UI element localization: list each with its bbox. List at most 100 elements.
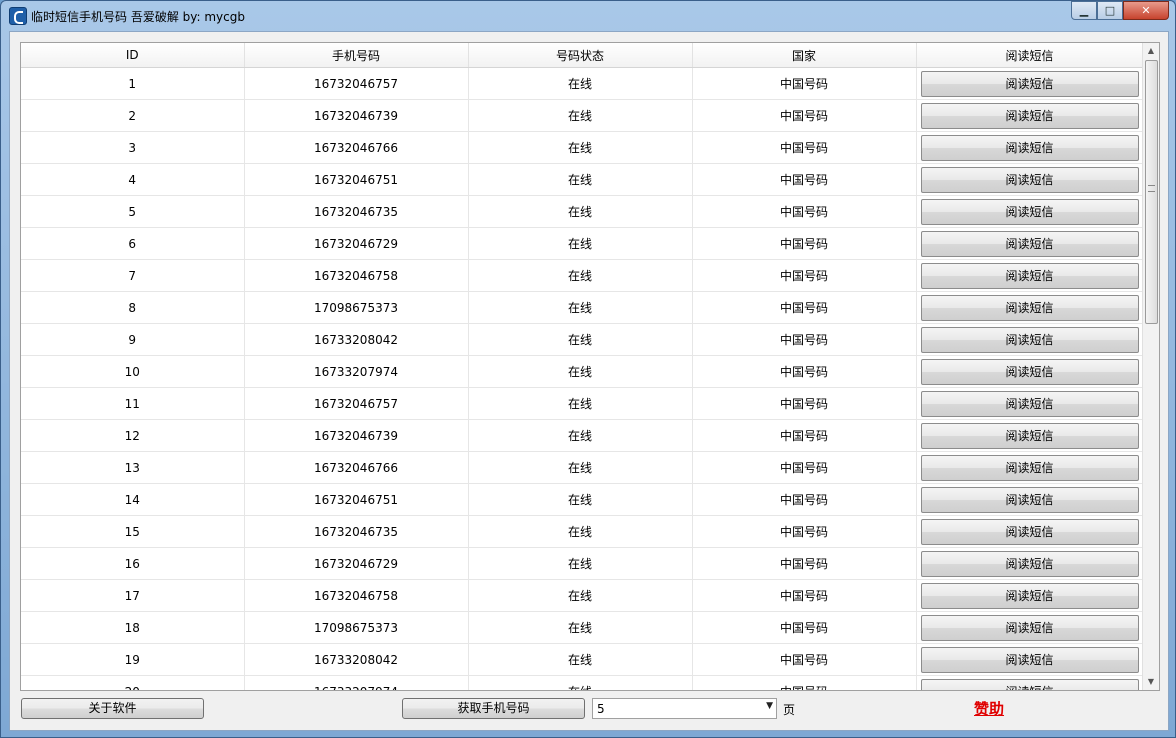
table-row[interactable]: 5 16732046735 在线 中国号码 阅读短信	[21, 195, 1144, 228]
action-cell: 阅读短信	[916, 163, 1144, 196]
status-cell: 在线	[468, 355, 693, 388]
donate-link[interactable]: 赞助	[974, 698, 1004, 719]
id-cell: 1	[21, 67, 245, 100]
table-row[interactable]: 4 16732046751 在线 中国号码 阅读短信	[21, 163, 1144, 196]
read-sms-button[interactable]: 阅读短信	[920, 134, 1139, 161]
action-cell: 阅读短信	[916, 515, 1144, 548]
title-bar[interactable]: 临时短信手机号码 吾爱破解 by: mycgb ▁ □ ✕	[1, 1, 1175, 31]
phone-cell: 16732046735	[244, 515, 469, 548]
table-row[interactable]: 18 17098675373 在线 中国号码 阅读短信	[21, 611, 1144, 644]
read-sms-button[interactable]: 阅读短信	[920, 422, 1139, 449]
action-cell: 阅读短信	[916, 451, 1144, 484]
country-cell: 中国号码	[692, 547, 917, 580]
status-cell: 在线	[468, 131, 693, 164]
read-sms-button[interactable]: 阅读短信	[920, 326, 1139, 353]
action-cell: 阅读短信	[916, 323, 1144, 356]
chevron-down-icon[interactable]: ▼	[766, 701, 773, 711]
country-cell: 中国号码	[692, 131, 917, 164]
action-cell: 阅读短信	[916, 195, 1144, 228]
table-header: ID 手机号码 号码状态 国家 阅读短信	[21, 43, 1144, 68]
id-cell: 16	[21, 547, 245, 580]
table-row[interactable]: 2016733207974在线中国号码阅读短信	[21, 675, 1144, 690]
minimize-button[interactable]: ▁	[1071, 1, 1097, 20]
action-cell: 阅读短信	[916, 227, 1144, 260]
action-cell: 阅读短信	[916, 579, 1144, 612]
status-cell: 在线	[468, 675, 693, 690]
table-row[interactable]: 15 16732046735 在线 中国号码 阅读短信	[21, 515, 1144, 548]
read-sms-button[interactable]: 阅读短信	[920, 486, 1139, 513]
column-header[interactable]: ID	[21, 43, 245, 68]
id-cell: 10	[21, 355, 245, 388]
page-count-select[interactable]: 5 ▼	[592, 698, 777, 719]
scroll-thumb[interactable]	[1145, 60, 1158, 324]
read-sms-button[interactable]: 阅读短信	[920, 582, 1139, 609]
scroll-up-icon[interactable]: ▲	[1143, 43, 1159, 59]
column-header[interactable]: 手机号码	[244, 43, 469, 68]
table-row[interactable]: 17 16732046758 在线 中国号码 阅读短信	[21, 579, 1144, 612]
scroll-down-icon[interactable]: ▼	[1143, 674, 1159, 690]
close-button[interactable]: ✕	[1123, 1, 1169, 20]
action-cell: 阅读短信	[916, 483, 1144, 516]
phone-cell: 16732046758	[244, 259, 469, 292]
page-unit-label: 页	[783, 703, 796, 717]
column-header[interactable]: 阅读短信	[916, 43, 1144, 68]
table-row[interactable]: 11 16732046757 在线 中国号码 阅读短信	[21, 387, 1144, 420]
table-row[interactable]: 16 16732046729 在线 中国号码 阅读短信	[21, 547, 1144, 580]
column-header[interactable]: 国家	[692, 43, 917, 68]
table-row[interactable]: 19 16733208042 在线 中国号码 阅读短信	[21, 643, 1144, 676]
country-cell: 中国号码	[692, 291, 917, 324]
read-sms-button[interactable]: 阅读短信	[920, 102, 1139, 129]
read-sms-button[interactable]: 阅读短信	[920, 230, 1139, 257]
table-row[interactable]: 13 16732046766 在线 中国号码 阅读短信	[21, 451, 1144, 484]
status-cell: 在线	[468, 227, 693, 260]
country-cell: 中国号码	[692, 195, 917, 228]
status-cell: 在线	[468, 419, 693, 452]
id-cell: 5	[21, 195, 245, 228]
table-row[interactable]: 6 16732046729 在线 中国号码 阅读短信	[21, 227, 1144, 260]
table-row[interactable]: 9 16733208042 在线 中国号码 阅读短信	[21, 323, 1144, 356]
read-sms-button[interactable]: 阅读短信	[920, 518, 1139, 545]
read-sms-button[interactable]: 阅读短信	[920, 614, 1139, 641]
read-sms-button[interactable]: 阅读短信	[920, 678, 1139, 690]
table-row[interactable]: 12 16732046739 在线 中国号码 阅读短信	[21, 419, 1144, 452]
vertical-scrollbar[interactable]: ▲ ▼	[1142, 43, 1159, 690]
phone-cell: 16732046751	[244, 163, 469, 196]
table-row[interactable]: 10 16733207974 在线 中国号码 阅读短信	[21, 355, 1144, 388]
country-cell: 中国号码	[692, 643, 917, 676]
app-icon	[9, 7, 27, 25]
read-sms-button[interactable]: 阅读短信	[920, 454, 1139, 481]
table-row[interactable]: 8 17098675373 在线 中国号码 阅读短信	[21, 291, 1144, 324]
country-cell: 中国号码	[692, 355, 917, 388]
id-cell: 8	[21, 291, 245, 324]
about-software-button[interactable]: 关于软件	[21, 698, 204, 719]
action-cell: 阅读短信	[916, 99, 1144, 132]
maximize-button[interactable]: □	[1097, 1, 1123, 20]
table-row[interactable]: 7 16732046758 在线 中国号码 阅读短信	[21, 259, 1144, 292]
read-sms-button[interactable]: 阅读短信	[920, 358, 1139, 385]
read-sms-button[interactable]: 阅读短信	[920, 550, 1139, 577]
read-sms-button[interactable]: 阅读短信	[920, 262, 1139, 289]
table-row[interactable]: 2 16732046739 在线 中国号码 阅读短信	[21, 99, 1144, 132]
id-cell: 9	[21, 323, 245, 356]
action-cell: 阅读短信	[916, 547, 1144, 580]
phone-cell: 16732046766	[244, 131, 469, 164]
read-sms-button[interactable]: 阅读短信	[920, 70, 1139, 97]
phone-cell: 16732046735	[244, 195, 469, 228]
action-cell: 阅读短信	[916, 131, 1144, 164]
read-sms-button[interactable]: 阅读短信	[920, 294, 1139, 321]
country-cell: 中国号码	[692, 99, 917, 132]
phone-cell: 16732046758	[244, 579, 469, 612]
table-row[interactable]: 3 16732046766 在线 中国号码 阅读短信	[21, 131, 1144, 164]
read-sms-button[interactable]: 阅读短信	[920, 198, 1139, 225]
phone-cell: 16733208042	[244, 323, 469, 356]
table-row[interactable]: 1 16732046757 在线 中国号码 阅读短信	[21, 67, 1144, 100]
read-sms-button[interactable]: 阅读短信	[920, 166, 1139, 193]
id-cell: 7	[21, 259, 245, 292]
column-header[interactable]: 号码状态	[468, 43, 693, 68]
id-cell: 18	[21, 611, 245, 644]
country-cell: 中国号码	[692, 419, 917, 452]
table-row[interactable]: 14 16732046751 在线 中国号码 阅读短信	[21, 483, 1144, 516]
fetch-phone-number-button[interactable]: 获取手机号码	[402, 698, 585, 719]
read-sms-button[interactable]: 阅读短信	[920, 646, 1139, 673]
read-sms-button[interactable]: 阅读短信	[920, 390, 1139, 417]
